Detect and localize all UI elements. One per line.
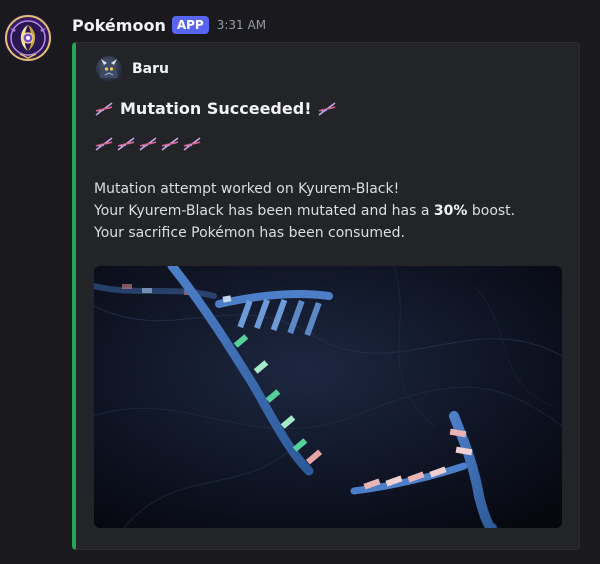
bot-username[interactable]: Pokémoon — [72, 16, 166, 35]
dna-emoji-icon — [116, 136, 136, 152]
description-line: Mutation attempt worked on Kyurem-Black! — [94, 181, 400, 197]
embed-image[interactable] — [94, 266, 562, 528]
dna-emoji-icon — [138, 136, 158, 152]
dna-emoji-icon — [160, 136, 180, 152]
boost-percentage: 30% — [433, 203, 468, 219]
dna-emoji-row — [94, 136, 202, 152]
pokemoon-bot-avatar-icon — [5, 15, 51, 61]
message-header: Pokémoon APP 3:31 AM — [72, 13, 266, 37]
kyurem-black-avatar-icon — [100, 59, 118, 78]
embed-author: Baru — [96, 56, 169, 82]
embed-description: Mutation attempt worked on Kyurem-Black!… — [94, 178, 515, 244]
message-timestamp[interactable]: 3:31 AM — [217, 18, 266, 32]
author-avatar — [96, 56, 122, 82]
author-name[interactable]: Baru — [132, 61, 169, 77]
chat-message: Pokémoon APP 3:31 AM Baru Mutation Succe… — [0, 0, 600, 564]
dna-emoji-icon — [94, 136, 114, 152]
embed-title-text: Mutation Succeeded! — [120, 99, 312, 118]
app-badge: APP — [171, 16, 209, 34]
embed-title: Mutation Succeeded! — [94, 99, 337, 118]
dna-helix-image — [94, 266, 562, 528]
description-line: Your sacrifice Pokémon has been consumed… — [94, 225, 405, 241]
dna-emoji-icon — [182, 136, 202, 152]
bot-avatar[interactable] — [4, 14, 52, 62]
embed-card: Baru Mutation Succeeded! Mutation attemp… — [72, 42, 580, 550]
dna-emoji-icon — [94, 101, 114, 117]
description-text: boost. — [467, 203, 516, 219]
dna-emoji-icon — [317, 101, 337, 117]
description-text: Your Kyurem-Black has been mutated and h… — [94, 203, 434, 219]
description-line: Your Kyurem-Black has been mutated and h… — [94, 200, 515, 222]
